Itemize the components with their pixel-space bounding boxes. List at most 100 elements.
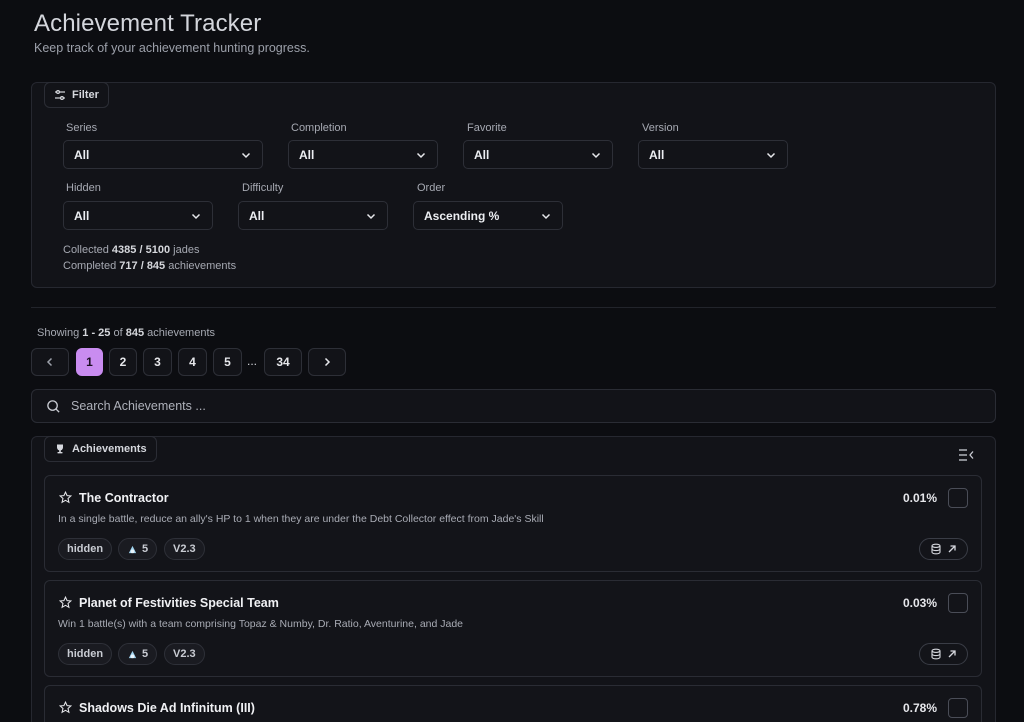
completed-prefix: Completed: [63, 260, 117, 272]
chevron-down-icon: [191, 213, 201, 219]
database-icon: [930, 648, 941, 660]
reward-tag: 5: [118, 538, 158, 560]
hidden-label: Hidden: [66, 182, 101, 194]
difficulty-value: All: [249, 208, 265, 223]
chevron-left-icon: [46, 357, 53, 367]
showing-of: of: [113, 327, 123, 339]
achievements-section-label: Achievements: [44, 436, 157, 462]
series-label: Series: [66, 122, 98, 134]
search-bar: [31, 389, 996, 423]
filter-label: Filter: [72, 89, 99, 101]
favorite-select[interactable]: All: [463, 140, 613, 169]
achievement-card: The Contractor In a single battle, reduc…: [44, 475, 982, 572]
achievement-percent: 0.78%: [902, 701, 937, 715]
jade-icon: [128, 545, 137, 553]
achievement-checkbox[interactable]: [948, 593, 968, 613]
page-button-2[interactable]: 2: [109, 348, 137, 376]
hidden-select[interactable]: All: [63, 201, 213, 230]
showing-range: 1 - 25: [82, 327, 111, 339]
version-label: Version: [642, 122, 679, 134]
star-icon[interactable]: [59, 701, 72, 714]
achievement-name: Shadows Die Ad Infinitum (III): [79, 701, 255, 715]
page-button-5[interactable]: 5: [213, 348, 242, 376]
completion-label: Completion: [291, 122, 347, 134]
chevron-down-icon: [591, 152, 601, 158]
completed-sep: /: [140, 260, 144, 272]
completion-value: All: [299, 147, 315, 162]
star-icon[interactable]: [59, 491, 72, 504]
achievement-percent: 0.01%: [902, 491, 937, 505]
section-divider: [31, 307, 996, 308]
version-select[interactable]: All: [638, 140, 788, 169]
page-title: Achievement Tracker: [34, 10, 262, 37]
collected-prefix: Collected: [63, 244, 109, 256]
collected-unit: jades: [173, 244, 200, 256]
showing-total: 845: [125, 327, 145, 339]
database-link-button[interactable]: [919, 538, 968, 560]
achievement-description: Win 1 battle(s) with a team comprising T…: [58, 618, 464, 630]
collected-value: 4385: [111, 244, 137, 256]
jade-icon: [128, 650, 137, 658]
version-tag: V2.3: [164, 538, 205, 560]
showing-count: Showing 1 - 25 of 845 achievements: [37, 327, 215, 339]
chevron-down-icon: [416, 152, 426, 158]
favorite-label: Favorite: [467, 122, 507, 134]
achievement-description: In a single battle, reduce an ally's HP …: [58, 513, 544, 525]
page-button-1[interactable]: 1: [76, 348, 103, 376]
achievement-card: Planet of Festivities Special Team Win 1…: [44, 580, 982, 677]
hidden-tag: hidden: [58, 643, 113, 665]
chevron-down-icon: [541, 213, 551, 219]
reward-tag: 5: [118, 643, 158, 665]
reward-value: 5: [142, 543, 149, 555]
chevron-down-icon: [766, 152, 776, 158]
order-select[interactable]: Ascending %: [413, 201, 563, 230]
filter-toggle-button[interactable]: Filter: [44, 82, 109, 108]
achievement-name: Planet of Festivities Special Team: [79, 596, 279, 610]
search-input[interactable]: [71, 399, 951, 413]
sliders-icon: [55, 90, 65, 100]
chevron-down-icon: [241, 152, 251, 158]
collected-sep: /: [139, 244, 143, 256]
chevron-right-icon: [324, 357, 331, 367]
chevron-down-icon: [366, 213, 376, 219]
trophy-icon: [57, 444, 63, 454]
prev-page-button[interactable]: [31, 348, 69, 376]
achievement-card: Shadows Die Ad Infinitum (III) 0.78%: [44, 685, 982, 722]
order-label: Order: [417, 182, 446, 194]
star-icon[interactable]: [59, 596, 72, 609]
achievement-name: The Contractor: [79, 491, 169, 505]
completed-total: 845: [146, 260, 166, 272]
achievement-checkbox[interactable]: [948, 488, 968, 508]
next-page-button[interactable]: [308, 348, 346, 376]
completed-unit: achievements: [168, 260, 237, 272]
showing-prefix: Showing: [37, 327, 80, 339]
completion-select[interactable]: All: [288, 140, 438, 169]
page-button-4[interactable]: 4: [178, 348, 207, 376]
achievement-percent: 0.03%: [902, 596, 937, 610]
search-icon: [47, 399, 60, 413]
achievement-checkbox[interactable]: [948, 698, 968, 718]
collapse-list-icon[interactable]: [957, 447, 975, 463]
difficulty-select[interactable]: All: [238, 201, 388, 230]
external-arrow-icon: [948, 650, 956, 658]
database-link-button[interactable]: [919, 643, 968, 665]
page-button-last[interactable]: 34: [264, 348, 302, 376]
difficulty-label: Difficulty: [242, 182, 284, 194]
page-subtitle: Keep track of your achievement hunting p…: [34, 41, 310, 55]
order-value: Ascending %: [424, 208, 500, 223]
series-value: All: [74, 147, 90, 162]
showing-unit: achievements: [147, 327, 216, 339]
series-select[interactable]: All: [63, 140, 263, 169]
achievements-label: Achievements: [72, 443, 147, 455]
pagination-ellipsis: ...: [247, 354, 258, 368]
version-tag: V2.3: [164, 643, 205, 665]
favorite-value: All: [474, 147, 490, 162]
external-arrow-icon: [948, 545, 956, 553]
version-value: All: [649, 147, 665, 162]
collected-stat: Collected 4385 / 5100 jades: [63, 244, 199, 256]
completed-value: 717: [119, 260, 138, 272]
filter-panel: [31, 82, 996, 288]
collected-total: 5100: [145, 244, 171, 256]
hidden-tag: hidden: [58, 538, 113, 560]
page-button-3[interactable]: 3: [143, 348, 172, 376]
